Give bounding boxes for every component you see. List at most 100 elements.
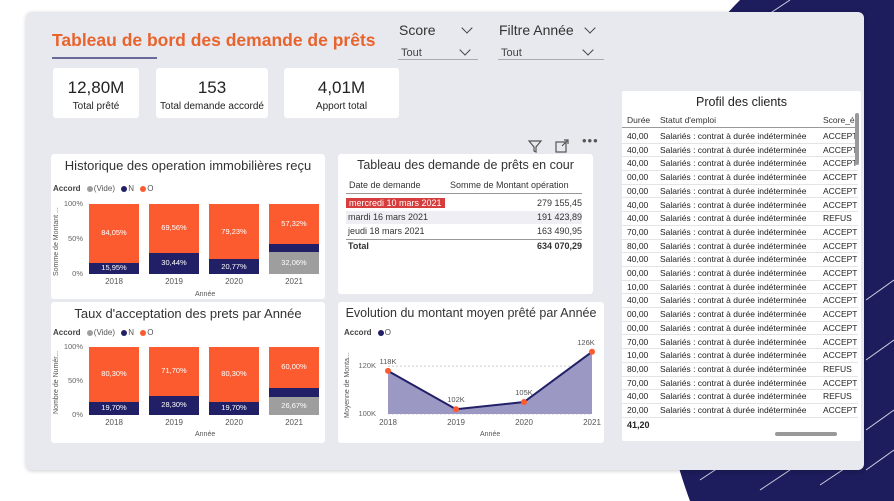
table-row[interactable]: 00,00 Salariés : contrat à durée indéterm… bbox=[622, 307, 858, 322]
cell-duree: 40,00 bbox=[627, 199, 649, 210]
table-row[interactable]: 40,00 Salariés : contrat à durée indéterm… bbox=[622, 293, 858, 309]
y-tick-label: 0% bbox=[72, 269, 83, 278]
header-divider bbox=[622, 127, 858, 128]
cell-date: mercredi 10 mars 2021 bbox=[346, 198, 445, 208]
table-row[interactable]: 00,00 Salariés : contrat à durée indéterm… bbox=[622, 170, 858, 185]
table-row[interactable]: 20,00 Salariés : contrat à durée indéterm… bbox=[622, 403, 858, 418]
table-row[interactable]: 40,00 Salariés : contrat à durée indéterm… bbox=[622, 156, 858, 172]
chart-plot: 100% 50% 0% 15,95% 84,05% 2018 30,44% 69,56% 201… bbox=[51, 154, 325, 299]
x-tick-label: 2021 bbox=[583, 418, 601, 427]
y-tick-label: 50% bbox=[67, 234, 83, 243]
table-row[interactable]: mardi 16 mars 2021 191 423,89 bbox=[346, 211, 582, 224]
data-point bbox=[521, 399, 527, 406]
data-point bbox=[589, 348, 595, 355]
cell-statut: Salariés : contrat à durée indéterminée bbox=[660, 336, 807, 347]
kpi-total-demande: 153 Total demande accordé bbox=[156, 68, 268, 118]
column-header-date[interactable]: Date de demande bbox=[349, 180, 421, 190]
vertical-scrollbar[interactable] bbox=[855, 113, 859, 165]
cell-score: ACCEPT bbox=[823, 281, 857, 292]
x-axis-title: Année bbox=[195, 431, 216, 438]
kpi-total-prete: 12,80M Total prêté bbox=[53, 68, 139, 118]
x-tick-label: 2021 bbox=[285, 418, 303, 427]
cell-date: mardi 16 mars 2021 bbox=[348, 212, 429, 222]
profil-clients-card: Profil des clients Durée Statut d'emploi… bbox=[622, 91, 861, 441]
table-row[interactable]: 40,00 Salariés : contrat à durée indéterm… bbox=[622, 129, 858, 144]
data-point bbox=[385, 367, 391, 374]
chart-taux-card: Taux d'acceptation des prets par Année A… bbox=[51, 302, 325, 443]
filter-icon[interactable] bbox=[527, 138, 543, 154]
cell-duree: 00,00 bbox=[627, 185, 649, 196]
cell-score: ACCEPT bbox=[823, 185, 857, 196]
focus-mode-icon[interactable] bbox=[554, 138, 570, 154]
table-row[interactable]: 00,00 Salariés : contrat à durée indéterm… bbox=[622, 266, 858, 281]
cell-score: ACCEPT bbox=[823, 131, 857, 141]
column-header-amount[interactable]: Somme de Montant opération bbox=[450, 180, 569, 190]
x-tick-label: 2019 bbox=[447, 418, 465, 427]
table-row[interactable]: 40,00 Salariés : contrat à durée indéterm… bbox=[622, 143, 858, 158]
table-row[interactable]: 70,00 Salariés : contrat à durée indéterm… bbox=[622, 225, 858, 240]
table-row[interactable]: mercredi 10 mars 2021 279 155,45 bbox=[346, 197, 582, 210]
table-row[interactable]: 80,00 Salariés : contrat à durée indéterm… bbox=[622, 239, 858, 254]
title-underline bbox=[52, 57, 157, 59]
cell-amount: 163 490,95 bbox=[536, 226, 582, 236]
table-row[interactable]: 00,00 Salariés : contrat à durée indéterm… bbox=[622, 184, 858, 199]
table-row[interactable]: 00,00 Salariés : contrat à durée indéterm… bbox=[622, 321, 858, 336]
x-tick-label: 2018 bbox=[105, 277, 123, 286]
cell-duree: 10,00 bbox=[627, 281, 649, 292]
y-tick-label: 100% bbox=[63, 342, 83, 351]
profile-total: 41,20 bbox=[627, 420, 650, 430]
table-row[interactable]: 70,00 Salariés : contrat à durée indéterm… bbox=[622, 335, 858, 350]
x-tick-label: 2020 bbox=[225, 418, 243, 427]
cell-statut: Salariés : contrat à durée indéterminée bbox=[660, 226, 807, 237]
cell-statut: Salariés : contrat à durée indéterminée bbox=[660, 158, 807, 169]
table-demandes-card: Tableau des demande de prêts en cour Dat… bbox=[338, 154, 593, 294]
cell-duree: 00,00 bbox=[627, 322, 649, 333]
cell-duree: 00,00 bbox=[627, 309, 649, 320]
page-title: Tableau de bord des demande de prêts bbox=[52, 30, 376, 50]
cell-score: ACCEPT bbox=[823, 268, 857, 278]
data-label: 79,23% bbox=[221, 226, 247, 236]
bar-segment bbox=[269, 244, 319, 252]
x-tick-label: 2020 bbox=[225, 277, 243, 286]
table-total-row: Total 634 070,29 bbox=[346, 240, 582, 253]
more-options-icon[interactable]: ••• bbox=[582, 133, 599, 148]
column-header-score[interactable]: Score_é bbox=[823, 115, 855, 125]
table-title: Tableau des demande de prêts en cour bbox=[357, 158, 574, 172]
cell-duree: 00,00 bbox=[627, 172, 649, 183]
score-filter-value: Tout bbox=[401, 47, 422, 59]
table-row[interactable]: 70,00 Salariés : contrat à durée indéterm… bbox=[622, 376, 858, 391]
cell-statut: Salariés : contrat à durée indéterminée bbox=[660, 199, 807, 210]
table-row[interactable]: jeudi 18 mars 2021 163 490,95 bbox=[346, 225, 582, 238]
cell-score: ACCEPT bbox=[823, 144, 857, 155]
cell-score: ACCEPT bbox=[823, 158, 857, 169]
table-row[interactable]: 40,00 Salariés : contrat à durée indéterm… bbox=[622, 211, 858, 226]
x-axis-title: Année bbox=[480, 431, 501, 438]
table-row[interactable]: 40,00 Salariés : contrat à durée indéterm… bbox=[622, 198, 858, 213]
kpi-value: 4,01M bbox=[317, 78, 366, 97]
cell-statut: Salariés : contrat à durée indéterminée bbox=[660, 213, 807, 224]
chart-plot: 120K 100K 118K 2018 102K 2019 105K 2020 126K 2021 bbox=[338, 302, 604, 443]
table-row[interactable]: 40,00 Salariés : contrat à durée indéterm… bbox=[622, 389, 858, 404]
horizontal-scrollbar[interactable] bbox=[775, 432, 837, 436]
kpi-label: Apport total bbox=[315, 101, 368, 112]
data-label: 102K bbox=[447, 395, 465, 405]
column-header-statut[interactable]: Statut d'emploi bbox=[660, 115, 716, 125]
cell-score: REFUS bbox=[823, 213, 852, 224]
x-tick-label: 2021 bbox=[285, 277, 303, 286]
kpi-label: Total prêté bbox=[72, 101, 120, 112]
data-label: 57,32% bbox=[281, 219, 307, 229]
y-tick-label: 50% bbox=[67, 376, 83, 385]
table-row[interactable]: 40,00 Salariés : contrat à durée indéterm… bbox=[622, 252, 858, 267]
column-header-duree[interactable]: Durée bbox=[627, 115, 650, 125]
cell-score: ACCEPT bbox=[823, 350, 857, 361]
table-row[interactable]: 10,00 Salariés : contrat à durée indéterm… bbox=[622, 348, 858, 363]
cell-duree: 40,00 bbox=[627, 131, 649, 141]
table-row[interactable]: 80,00 Salariés : contrat à durée indéterm… bbox=[622, 362, 858, 377]
kpi-value: 12,80M bbox=[67, 78, 125, 97]
table-row[interactable]: 10,00 Salariés : contrat à durée indéterm… bbox=[622, 280, 858, 295]
data-label: 26,67% bbox=[281, 400, 307, 410]
cell-score: REFUS bbox=[823, 391, 852, 402]
cell-duree: 00,00 bbox=[627, 268, 649, 278]
cell-statut: Salariés : contrat à durée indéterminée bbox=[660, 268, 807, 278]
data-label: 60,00% bbox=[281, 362, 307, 372]
